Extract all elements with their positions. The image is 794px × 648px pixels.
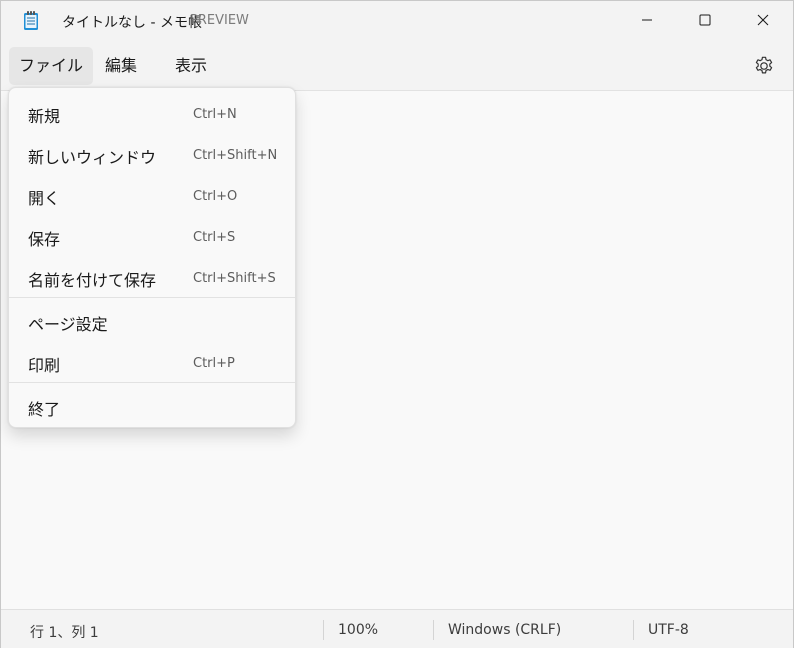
preview-tag: PREVIEW: [190, 13, 249, 28]
menu-separator: [9, 382, 295, 383]
menu-item-label: 新規: [28, 107, 61, 126]
status-divider: [323, 620, 324, 640]
menu-item-new-window[interactable]: 新しいウィンドウ Ctrl+Shift+N: [13, 134, 291, 172]
maximize-button[interactable]: [676, 1, 734, 39]
menu-item-shortcut: Ctrl+O: [193, 189, 238, 204]
menu-item-shortcut: Ctrl+S: [193, 230, 236, 245]
title-bar[interactable]: タイトルなし - メモ帳 PREVIEW: [1, 1, 793, 41]
menu-item-print[interactable]: 印刷 Ctrl+P: [13, 342, 291, 380]
menu-item-label: 開く: [28, 189, 61, 208]
file-menu-dropdown: 新規 Ctrl+N 新しいウィンドウ Ctrl+Shift+N 開く Ctrl+…: [8, 87, 296, 428]
menu-item-new[interactable]: 新規 Ctrl+N: [13, 93, 291, 131]
status-line-ending[interactable]: Windows (CRLF): [448, 622, 561, 638]
menu-item-label: 名前を付けて保存: [28, 271, 157, 290]
status-zoom[interactable]: 100%: [338, 622, 378, 638]
menu-item-label: 保存: [28, 230, 61, 249]
status-divider: [633, 620, 634, 640]
minimize-button[interactable]: [618, 1, 676, 39]
window-title: タイトルなし - メモ帳: [62, 15, 202, 31]
menu-item-save-as[interactable]: 名前を付けて保存 Ctrl+Shift+S: [13, 257, 291, 295]
close-button[interactable]: [734, 1, 792, 39]
notepad-app-icon: [24, 11, 38, 30]
status-encoding[interactable]: UTF-8: [648, 622, 689, 638]
menu-item-shortcut: Ctrl+N: [193, 107, 237, 122]
menu-item-shortcut: Ctrl+Shift+N: [193, 148, 278, 163]
menu-view[interactable]: 表示: [165, 47, 217, 85]
menu-item-label: 終了: [28, 400, 61, 419]
close-icon: [757, 14, 769, 26]
menu-item-shortcut: Ctrl+Shift+S: [193, 271, 276, 286]
menu-item-label: 印刷: [28, 356, 61, 375]
menu-separator: [9, 297, 295, 298]
menu-item-shortcut: Ctrl+P: [193, 356, 235, 371]
status-bar: 行 1、列 1 100% Windows (CRLF) UTF-8: [1, 609, 793, 648]
menu-bar: ファイル 編集 表示: [1, 41, 793, 91]
status-divider: [433, 620, 434, 640]
menu-item-exit[interactable]: 終了: [13, 386, 291, 424]
gear-icon[interactable]: [753, 55, 775, 77]
menu-item-label: 新しいウィンドウ: [28, 148, 157, 167]
menu-item-page-setup[interactable]: ページ設定: [13, 301, 291, 339]
notepad-window: タイトルなし - メモ帳 PREVIEW ファイル 編集 表示 行 1、列 1 …: [0, 0, 794, 648]
menu-item-label: ページ設定: [28, 315, 108, 334]
status-cursor-position: 行 1、列 1: [30, 625, 99, 641]
menu-edit[interactable]: 編集: [95, 47, 147, 85]
menu-item-open[interactable]: 開く Ctrl+O: [13, 175, 291, 213]
menu-item-save[interactable]: 保存 Ctrl+S: [13, 216, 291, 254]
maximize-icon: [699, 14, 711, 26]
menu-file[interactable]: ファイル: [9, 47, 94, 85]
minimize-icon: [642, 19, 652, 21]
